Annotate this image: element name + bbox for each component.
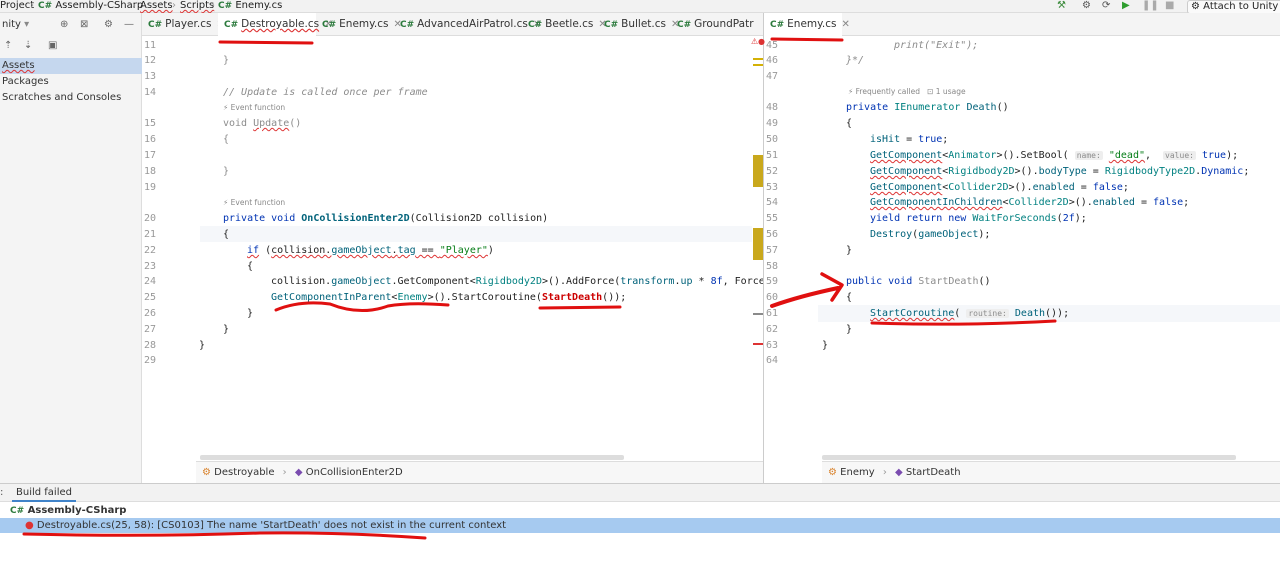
annotation-arrow xyxy=(770,286,840,308)
annotation-underline xyxy=(538,305,622,310)
annotation-arrowhead xyxy=(820,272,844,302)
annotation-underline xyxy=(22,531,427,540)
annotation-overlay xyxy=(22,37,1057,540)
annotation-underline xyxy=(274,301,450,312)
annotation-underline xyxy=(770,37,844,42)
annotation-underline xyxy=(218,40,314,45)
annotation-underline xyxy=(870,319,1057,326)
